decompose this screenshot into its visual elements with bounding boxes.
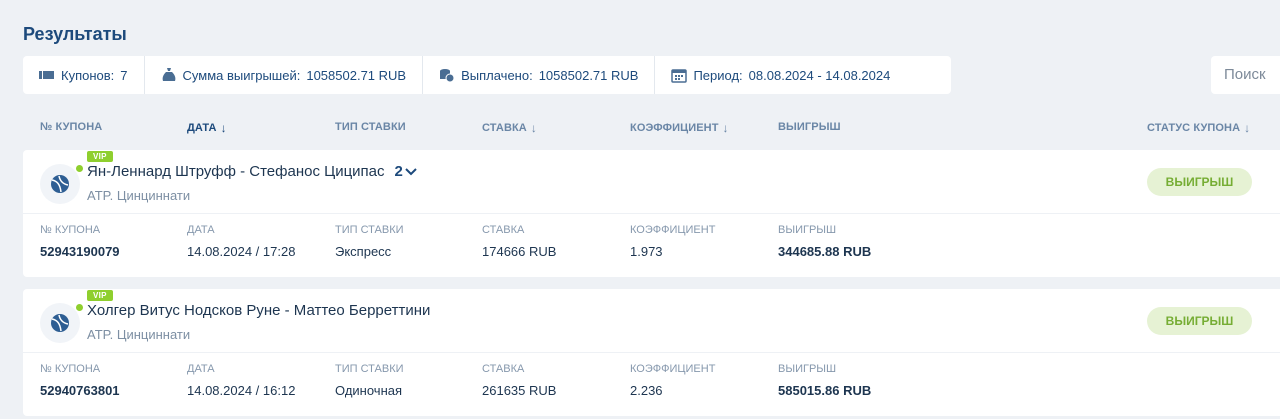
coupons-icon bbox=[39, 69, 61, 81]
col-header-coupon-no: № КУПОНА bbox=[40, 121, 102, 133]
coupon-date: 14.08.2024 / 17:28 bbox=[187, 244, 296, 259]
field-label: СТАВКА bbox=[482, 224, 525, 236]
field-bet-type: ТИП СТАВКИ Одиночная bbox=[335, 363, 404, 398]
money-bag-icon bbox=[161, 67, 183, 83]
live-dot bbox=[76, 304, 83, 311]
stat-period-label: Период: bbox=[693, 67, 743, 83]
coupon-number: 52940763801 bbox=[40, 383, 120, 398]
field-label: ТИП СТАВКИ bbox=[335, 224, 404, 236]
event-title: Ян-Леннард Штруфф - Стефанос Циципас 2 bbox=[87, 163, 417, 180]
col-header-coefficient[interactable]: КОЭФФИЦИЕНТ ↓ bbox=[630, 121, 729, 135]
win-amount: 344685.88 RUB bbox=[778, 244, 872, 259]
field-label: КОЭФФИЦИЕНТ bbox=[630, 224, 716, 236]
field-coefficient: КОЭФФИЦИЕНТ 2.236 bbox=[630, 363, 715, 398]
field-date: ДАТА 14.08.2024 / 17:28 bbox=[187, 224, 295, 259]
col-header-win: ВЫИГРЫШ bbox=[778, 121, 841, 133]
field-stake: СТАВКА 261635 RUB bbox=[482, 363, 556, 398]
chevron-down-icon bbox=[405, 167, 417, 175]
stat-paid-label: Выплачено: bbox=[461, 67, 533, 83]
field-win: ВЫИГРЫШ 585015.86 RUB bbox=[778, 363, 871, 398]
divider bbox=[23, 352, 1280, 353]
stat-coupons-label: Купонов: bbox=[61, 67, 115, 83]
vip-badge: VIP bbox=[87, 151, 113, 162]
col-header-date-label: ДАТА bbox=[187, 122, 217, 134]
coupon-number: 52943190079 bbox=[40, 244, 120, 259]
field-label: КОЭФФИЦИЕНТ bbox=[630, 363, 716, 375]
field-label: ВЫИГРЫШ bbox=[778, 363, 837, 375]
field-label: ДАТА bbox=[187, 224, 215, 236]
field-label: № КУПОНА bbox=[40, 363, 101, 375]
page-title: Результаты bbox=[23, 24, 127, 44]
event-name: Холгер Витус Нодсков Руне - Маттео Берре… bbox=[87, 302, 431, 319]
col-header-win-label: ВЫИГРЫШ bbox=[778, 121, 841, 133]
field-coefficient: КОЭФФИЦИЕНТ 1.973 bbox=[630, 224, 715, 259]
stat-coupons: Купонов: 7 bbox=[23, 56, 145, 94]
stat-paid: Выплачено: 1058502.71 RUB bbox=[423, 56, 656, 94]
coefficient: 1.973 bbox=[630, 244, 663, 259]
tennis-ball-icon bbox=[40, 164, 83, 204]
coupon-date: 14.08.2024 / 16:12 bbox=[187, 383, 296, 398]
stat-coupons-value: 7 bbox=[120, 67, 128, 83]
field-label: ВЫИГРЫШ bbox=[778, 224, 837, 236]
event-name: Ян-Леннард Штруфф - Стефанос Циципас bbox=[87, 163, 385, 180]
tournament: ATP. Цинциннати bbox=[87, 188, 191, 203]
event-title: Холгер Витус Нодсков Руне - Маттео Берре… bbox=[87, 302, 430, 319]
field-win: ВЫИГРЫШ 344685.88 RUB bbox=[778, 224, 871, 259]
status-badge: ВЫИГРЫШ bbox=[1147, 307, 1252, 335]
col-header-status-label: СТАТУС КУПОНА bbox=[1147, 122, 1241, 134]
stat-winnings-label: Сумма выигрышей: bbox=[182, 67, 301, 83]
field-label: СТАВКА bbox=[482, 363, 525, 375]
win-amount: 585015.86 RUB bbox=[778, 383, 872, 398]
field-coupon-no: № КУПОНА 52940763801 bbox=[40, 363, 120, 398]
field-label: ДАТА bbox=[187, 363, 215, 375]
coefficient: 2.236 bbox=[630, 383, 663, 398]
bet-type: Одиночная bbox=[335, 383, 403, 398]
field-stake: СТАВКА 174666 RUB bbox=[482, 224, 556, 259]
vip-badge: VIP bbox=[87, 290, 113, 301]
col-header-status[interactable]: СТАТУС КУПОНА ↓ bbox=[1147, 121, 1250, 135]
event-count: 2 bbox=[394, 163, 403, 180]
divider bbox=[23, 213, 1280, 214]
col-header-stake-label: СТАВКА bbox=[482, 122, 527, 134]
field-label: № КУПОНА bbox=[40, 224, 101, 236]
stat-winnings: Сумма выигрышей: 1058502.71 RUB bbox=[145, 56, 424, 94]
tournament: ATP. Цинциннати bbox=[87, 327, 191, 342]
sort-arrow-icon: ↓ bbox=[530, 121, 537, 135]
status-badge: ВЫИГРЫШ bbox=[1147, 168, 1252, 196]
col-header-stake[interactable]: СТАВКА ↓ bbox=[482, 121, 537, 135]
stat-period-value: 08.08.2024 - 14.08.2024 bbox=[748, 67, 891, 83]
col-header-coefficient-label: КОЭФФИЦИЕНТ bbox=[630, 122, 719, 134]
bet-type: Экспресс bbox=[335, 244, 392, 259]
stat-period[interactable]: Период: 08.08.2024 - 14.08.2024 bbox=[655, 56, 906, 94]
live-dot bbox=[76, 165, 83, 172]
stake: 174666 RUB bbox=[482, 244, 557, 259]
col-header-date[interactable]: ДАТА ↓ bbox=[187, 121, 227, 135]
field-label: ТИП СТАВКИ bbox=[335, 363, 404, 375]
sort-arrow-icon: ↓ bbox=[1244, 121, 1251, 135]
field-date: ДАТА 14.08.2024 / 16:12 bbox=[187, 363, 295, 398]
stats-bar: Купонов: 7 Сумма выигрышей: 1058502.71 R… bbox=[23, 56, 951, 94]
field-bet-type: ТИП СТАВКИ Экспресс bbox=[335, 224, 404, 259]
tennis-ball-icon bbox=[40, 303, 83, 343]
col-header-bet-type: ТИП СТАВКИ bbox=[335, 121, 406, 133]
stat-winnings-value: 1058502.71 RUB bbox=[306, 67, 407, 83]
coupon-card[interactable]: VIP Ян-Леннард Штруфф - Стефанос Циципас… bbox=[23, 150, 1280, 277]
col-header-bet-type-label: ТИП СТАВКИ bbox=[335, 121, 406, 133]
sort-arrow-icon: ↓ bbox=[722, 121, 729, 135]
stake: 261635 RUB bbox=[482, 383, 557, 398]
sort-arrow-icon: ↓ bbox=[220, 121, 227, 135]
coupon-card[interactable]: VIP Холгер Витус Нодсков Руне - Маттео Б… bbox=[23, 289, 1280, 416]
coins-icon bbox=[439, 67, 461, 83]
event-count-toggle[interactable]: 2 bbox=[395, 163, 417, 180]
calendar-icon bbox=[671, 67, 693, 83]
col-header-coupon-no-label: № КУПОНА bbox=[40, 121, 103, 133]
stat-paid-value: 1058502.71 RUB bbox=[538, 67, 639, 83]
field-coupon-no: № КУПОНА 52943190079 bbox=[40, 224, 120, 259]
search-input[interactable]: Поиск bbox=[1211, 56, 1280, 94]
